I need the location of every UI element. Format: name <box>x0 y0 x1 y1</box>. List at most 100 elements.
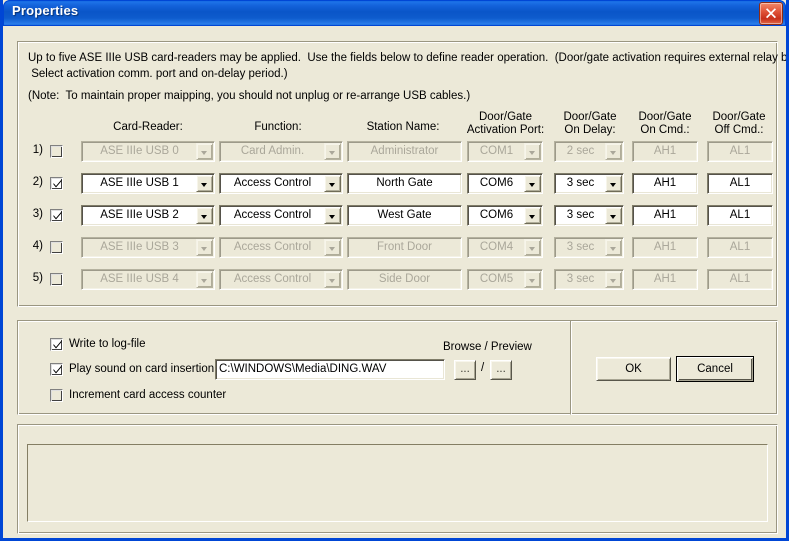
chevron-down-icon[interactable] <box>605 271 622 288</box>
row-station-name-input[interactable]: Administrator <box>347 141 462 162</box>
row-enable-checkbox[interactable] <box>50 273 63 286</box>
chevron-down-icon[interactable] <box>605 239 622 256</box>
log-output-area[interactable] <box>27 444 768 522</box>
activation-port-value: COM6 <box>479 209 514 221</box>
row-number: 1) <box>32 144 43 156</box>
row-card-reader-select[interactable]: ASE IIIe USB 3 <box>81 237 215 258</box>
activation-port-value: COM4 <box>479 241 514 253</box>
check-icon <box>53 211 62 220</box>
row-function-select[interactable]: Access Control <box>219 269 343 290</box>
play-sound-checkbox[interactable] <box>50 363 63 376</box>
sound-path-input[interactable]: C:\WINDOWS\Media\DING.WAV <box>215 359 445 380</box>
cancel-button[interactable]: Cancel <box>676 356 754 382</box>
chevron-down-icon[interactable] <box>524 207 541 224</box>
check-icon <box>53 365 62 374</box>
row-off-cmd-input[interactable]: AL1 <box>707 237 773 258</box>
chevron-down-icon[interactable] <box>524 239 541 256</box>
row-activation-port-select[interactable]: COM6 <box>467 205 543 226</box>
row-enable-checkbox[interactable] <box>50 209 63 222</box>
properties-dialog: Properties Up to five ASE IIIe USB card-… <box>0 0 789 541</box>
row-number: 4) <box>32 240 43 252</box>
chevron-down-icon[interactable] <box>324 207 341 224</box>
chevron-down-icon[interactable] <box>324 239 341 256</box>
play-sound-label: Play sound on card insertion: <box>69 363 218 375</box>
chevron-down-icon[interactable] <box>605 207 622 224</box>
row-card-reader-select[interactable]: ASE IIIe USB 1 <box>81 173 215 194</box>
chevron-down-icon[interactable] <box>605 143 622 160</box>
column-header-card-reader: Card-Reader: <box>113 121 183 133</box>
chevron-down-icon[interactable] <box>324 271 341 288</box>
row-card-reader-select[interactable]: ASE IIIe USB 0 <box>81 141 215 162</box>
row-on-delay-select[interactable]: 3 sec <box>554 237 624 258</box>
card-reader-value: ASE IIIe USB 1 <box>100 177 179 189</box>
chevron-down-icon[interactable] <box>196 239 213 256</box>
row-on-cmd-input[interactable]: AH1 <box>632 237 698 258</box>
row-card-reader-select[interactable]: ASE IIIe USB 4 <box>81 269 215 290</box>
increment-counter-checkbox[interactable] <box>50 389 63 402</box>
row-enable-checkbox[interactable] <box>50 241 63 254</box>
row-on-delay-select[interactable]: 3 sec <box>554 173 624 194</box>
row-station-name-input[interactable]: Side Door <box>347 269 462 290</box>
write-log-label: Write to log-file <box>69 338 146 350</box>
close-button[interactable] <box>759 2 783 25</box>
activation-port-value: COM6 <box>479 177 514 189</box>
check-icon <box>53 179 62 188</box>
browse-button[interactable]: ... <box>454 360 476 380</box>
chevron-down-icon[interactable] <box>524 143 541 160</box>
row-function-select[interactable]: Access Control <box>219 173 343 194</box>
chevron-down-icon[interactable] <box>196 143 213 160</box>
description-line-1: Up to five ASE IIIe USB card-readers may… <box>28 52 789 64</box>
preview-button[interactable]: ... <box>490 360 512 380</box>
chevron-down-icon[interactable] <box>196 271 213 288</box>
chevron-down-icon[interactable] <box>605 175 622 192</box>
on-delay-value: 3 sec <box>566 177 595 189</box>
row-activation-port-select[interactable]: COM5 <box>467 269 543 290</box>
row-on-delay-select[interactable]: 3 sec <box>554 205 624 226</box>
row-station-name-input[interactable]: Front Door <box>347 237 462 258</box>
row-on-cmd-input[interactable]: AH1 <box>632 205 698 226</box>
description-line-3: (Note: To maintain proper maipping, you … <box>28 90 471 102</box>
column-header-on-cmd: Door/Gate On Cmd.: <box>638 111 692 136</box>
row-activation-port-select[interactable]: COM6 <box>467 173 543 194</box>
row-activation-port-select[interactable]: COM1 <box>467 141 543 162</box>
row-on-delay-select[interactable]: 3 sec <box>554 269 624 290</box>
row-on-cmd-input[interactable]: AH1 <box>632 269 698 290</box>
ok-button[interactable]: OK <box>596 357 671 381</box>
column-header-activation-port: Door/Gate Activation Port: <box>466 111 545 136</box>
row-off-cmd-input[interactable]: AL1 <box>707 141 773 162</box>
row-function-select[interactable]: Access Control <box>219 205 343 226</box>
function-value: Access Control <box>233 241 312 253</box>
row-activation-port-select[interactable]: COM4 <box>467 237 543 258</box>
column-header-station-name: Station Name: <box>366 121 440 133</box>
row-enable-checkbox[interactable] <box>50 145 63 158</box>
row-on-cmd-input[interactable]: AH1 <box>632 141 698 162</box>
browse-preview-label: Browse / Preview <box>443 341 532 353</box>
chevron-down-icon[interactable] <box>524 175 541 192</box>
function-value: Card Admin. <box>240 145 305 157</box>
row-off-cmd-input[interactable]: AL1 <box>707 173 773 194</box>
row-function-select[interactable]: Card Admin. <box>219 141 343 162</box>
chevron-down-icon[interactable] <box>524 271 541 288</box>
row-function-select[interactable]: Access Control <box>219 237 343 258</box>
row-on-cmd-input[interactable]: AH1 <box>632 173 698 194</box>
chevron-down-icon[interactable] <box>196 175 213 192</box>
on-delay-value: 3 sec <box>566 273 595 285</box>
chevron-down-icon[interactable] <box>196 207 213 224</box>
row-on-delay-select[interactable]: 2 sec <box>554 141 624 162</box>
row-card-reader-select[interactable]: ASE IIIe USB 2 <box>81 205 215 226</box>
function-value: Access Control <box>233 209 312 221</box>
row-station-name-input[interactable]: West Gate <box>347 205 462 226</box>
card-reader-value: ASE IIIe USB 2 <box>100 209 179 221</box>
chevron-down-icon[interactable] <box>324 143 341 160</box>
browse-preview-separator: / <box>481 362 485 374</box>
on-delay-value: 3 sec <box>566 241 595 253</box>
row-number: 5) <box>32 272 43 284</box>
row-off-cmd-input[interactable]: AL1 <box>707 205 773 226</box>
write-log-checkbox[interactable] <box>50 338 63 351</box>
row-enable-checkbox[interactable] <box>50 177 63 190</box>
row-off-cmd-input[interactable]: AL1 <box>707 269 773 290</box>
column-header-function: Function: <box>254 121 302 133</box>
chevron-down-icon[interactable] <box>324 175 341 192</box>
row-station-name-input[interactable]: North Gate <box>347 173 462 194</box>
title-bar[interactable]: Properties <box>3 0 786 26</box>
